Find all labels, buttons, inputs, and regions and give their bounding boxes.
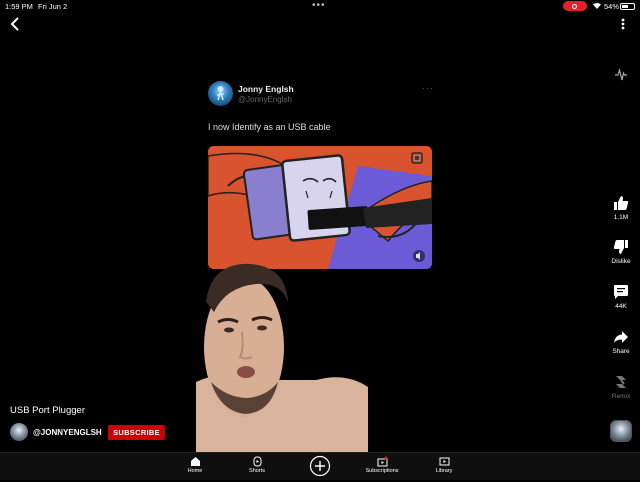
nav-subscriptions[interactable]: Subscriptions — [357, 456, 407, 474]
subscribe-button[interactable]: SUBSCRIBE — [108, 425, 165, 440]
tweet-text: I now Identify as an USB cable — [208, 122, 331, 132]
screen-record-icon[interactable] — [563, 1, 587, 11]
status-time: 1:59 PM — [5, 2, 33, 11]
shorts-icon — [253, 456, 261, 467]
dislike-label: Dislike — [611, 258, 631, 265]
create-button[interactable] — [309, 455, 331, 482]
share-icon — [614, 331, 628, 343]
chevron-left-icon — [10, 17, 19, 31]
sound-channel-thumbnail[interactable] — [610, 420, 632, 442]
dislike-button[interactable]: Dislike — [601, 239, 640, 265]
battery-icon — [620, 2, 635, 10]
video-title[interactable]: USB Port Plugger — [10, 405, 85, 416]
tweet-avatar — [208, 81, 233, 106]
more-vertical-icon — [621, 18, 625, 30]
nav-home-label: Home — [187, 468, 203, 474]
battery-percent: 54% — [604, 2, 620, 11]
comments-button[interactable]: 44K — [601, 284, 640, 310]
remix-label: Remix — [611, 393, 631, 400]
thumbs-up-icon — [614, 196, 629, 210]
like-count: 1.1M — [613, 214, 629, 221]
audio-pulse-button[interactable] — [614, 67, 628, 87]
like-button[interactable]: 1.1M — [601, 195, 640, 221]
nav-library[interactable]: Library — [419, 456, 469, 474]
creator-face-overlay — [196, 262, 368, 452]
back-button[interactable] — [10, 16, 20, 37]
channel-name[interactable]: @JONNYENGLSH — [33, 428, 102, 437]
remix-icon — [616, 376, 626, 388]
more-options-button[interactable] — [618, 16, 628, 37]
tweet-display-name: Jonny Englsh — [238, 84, 294, 94]
nav-library-label: Library — [435, 468, 453, 474]
nav-shorts[interactable]: Shorts — [232, 456, 282, 474]
thumbs-down-icon — [613, 240, 628, 254]
status-date: Fri Jun 2 — [38, 2, 68, 11]
share-label: Share — [612, 348, 630, 355]
status-bar: 1:59 PM Fri Jun 2 ••• 54% — [0, 0, 640, 12]
nav-subscriptions-label: Subscriptions — [365, 468, 399, 474]
multitask-dots-icon[interactable]: ••• — [312, 0, 326, 11]
home-icon — [190, 457, 200, 466]
plus-circle-icon — [309, 455, 331, 477]
comment-icon — [614, 285, 628, 299]
channel-avatar[interactable] — [10, 423, 28, 441]
library-icon — [439, 457, 449, 466]
tweet-handle: @JonnyEnglsh — [238, 95, 292, 104]
nav-shorts-label: Shorts — [249, 468, 265, 474]
share-button[interactable]: Share — [601, 329, 640, 355]
comments-count: 44K — [615, 303, 627, 310]
remix-button[interactable]: Remix — [601, 374, 640, 400]
subscriptions-icon — [377, 456, 387, 467]
wifi-icon — [592, 1, 602, 12]
nav-home[interactable]: Home — [170, 456, 220, 474]
tweet-image — [208, 146, 432, 269]
pulse-icon — [615, 67, 627, 81]
tweet-more-icon: ··· — [422, 83, 434, 93]
bottom-nav: Home Shorts Subscriptions Library — [0, 452, 640, 480]
